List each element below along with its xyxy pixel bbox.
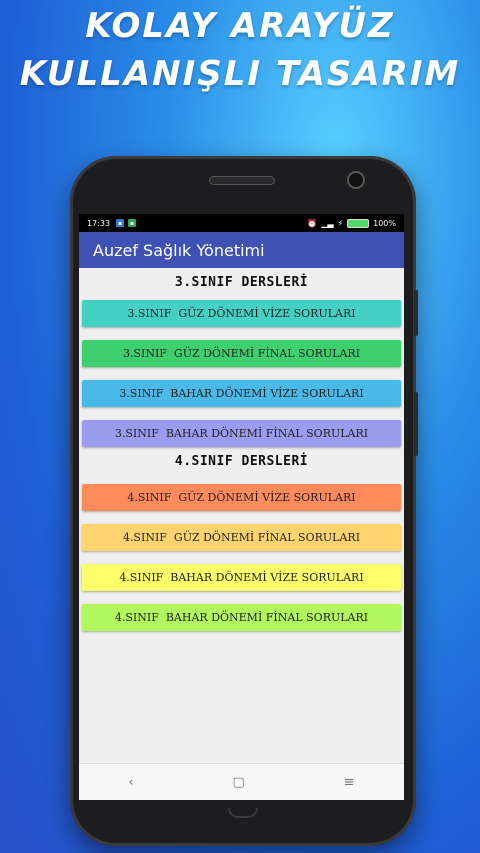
home-icon[interactable]: ▢	[232, 775, 244, 790]
notification-icon: ▪	[128, 219, 137, 227]
alarm-icon: ⏰	[307, 218, 318, 228]
status-bar: 17:33 ▪ ▪ ⏰ ▁▃ ⚡ 100%	[79, 214, 404, 232]
button-3-bahar-vize[interactable]: 3.SINIF BAHAR DÖNEMİ VİZE SORULARI	[82, 380, 401, 407]
volume-button	[414, 392, 418, 456]
back-icon[interactable]: ‹	[128, 775, 133, 790]
recents-icon[interactable]: ≡	[344, 775, 355, 790]
phone-speaker	[209, 176, 275, 185]
battery-percent: 100%	[373, 218, 396, 228]
system-nav-bar: ‹ ▢ ≡	[79, 763, 404, 800]
notification-icon: ▪	[116, 219, 125, 227]
power-button	[414, 290, 418, 336]
button-3-bahar-final[interactable]: 3.SINIF BAHAR DÖNEMİ FİNAL SORULARI	[82, 420, 401, 447]
button-4-bahar-final[interactable]: 4.SINIF BAHAR DÖNEMİ FİNAL SORULARI	[82, 604, 401, 631]
battery-icon	[347, 218, 370, 228]
phone-camera-icon	[347, 171, 365, 189]
status-right-group: ⏰ ▁▃ ⚡ 100%	[307, 218, 396, 228]
promo-headline-line1: KOLAY ARAYÜZ	[85, 6, 395, 46]
app-toolbar: Auzef Sağlık Yönetimi	[79, 232, 404, 268]
status-time: 17:33	[87, 218, 111, 228]
phone-screen: 17:33 ▪ ▪ ⏰ ▁▃ ⚡ 100% Auzef Sağlık Yönet…	[79, 214, 404, 800]
promo-headline-line2: KULLANIŞLI TASARIM	[19, 54, 461, 94]
button-4-guz-vize[interactable]: 4.SINIF GÜZ DÖNEMİ VİZE SORULARI	[82, 484, 401, 511]
section-title-3-sinif: 3.SINIF DERSLERİ	[174, 275, 309, 290]
button-3-guz-final[interactable]: 3.SINIF GÜZ DÖNEMİ FİNAL SORULARI	[82, 340, 401, 367]
button-4-bahar-vize[interactable]: 4.SINIF BAHAR DÖNEMİ VİZE SORULARI	[82, 564, 401, 591]
charging-icon: ⚡	[337, 218, 344, 228]
button-3-guz-vize[interactable]: 3.SINIF GÜZ DÖNEMİ VİZE SORULARI	[82, 300, 401, 327]
section-title-4-sinif: 4.SINIF DERSLERİ	[174, 454, 309, 469]
signal-icon: ▁▃	[321, 218, 334, 228]
app-title: Auzef Sağlık Yönetimi	[93, 240, 265, 260]
main-content: 3.SINIF DERSLERİ 3.SINIF GÜZ DÖNEMİ VİZE…	[79, 268, 404, 631]
button-4-guz-final[interactable]: 4.SINIF GÜZ DÖNEMİ FİNAL SORULARI	[82, 524, 401, 551]
